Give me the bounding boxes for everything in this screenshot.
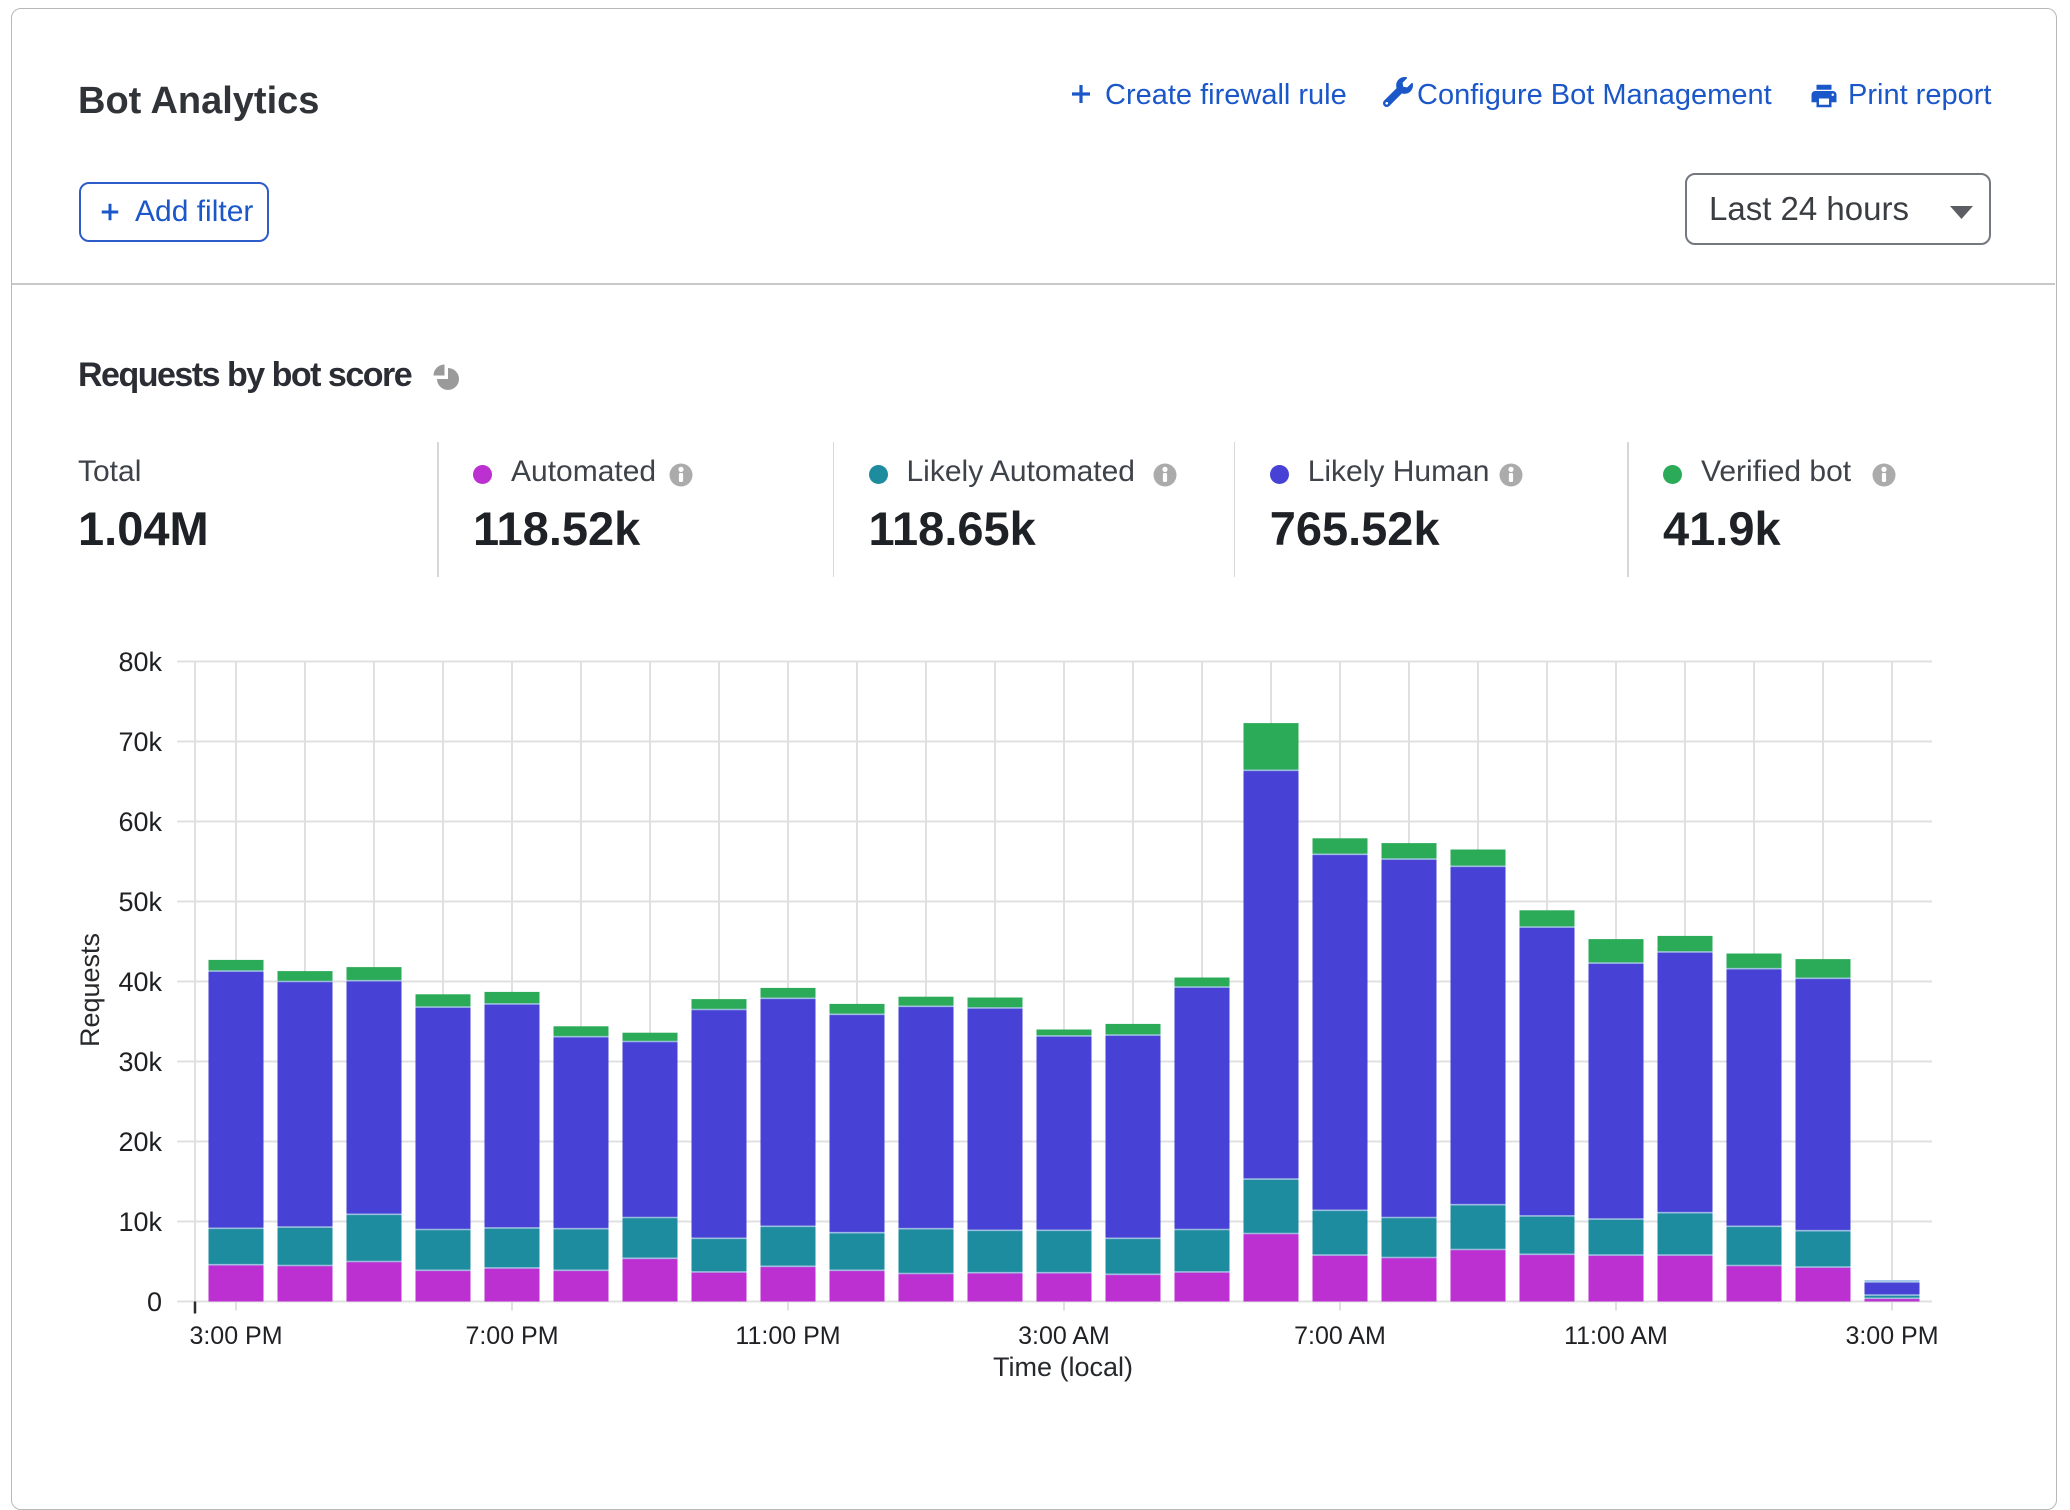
svg-text:3:00 PM: 3:00 PM [1845,1322,1938,1350]
svg-text:0: 0 [147,1287,162,1317]
svg-text:50k: 50k [118,887,162,917]
svg-text:20k: 20k [118,1127,162,1157]
svg-text:Time (local): Time (local) [993,1352,1133,1382]
svg-text:40k: 40k [118,967,162,997]
svg-text:Requests: Requests [75,933,105,1047]
svg-text:11:00 AM: 11:00 AM [1564,1322,1668,1350]
svg-text:7:00 AM: 7:00 AM [1294,1322,1386,1350]
svg-text:30k: 30k [118,1047,162,1077]
svg-text:60k: 60k [118,807,162,837]
svg-text:10k: 10k [118,1207,162,1237]
svg-text:7:00 PM: 7:00 PM [465,1322,558,1350]
svg-text:11:00 PM: 11:00 PM [735,1322,840,1350]
svg-text:70k: 70k [118,727,162,757]
svg-text:80k: 80k [118,647,162,677]
svg-text:3:00 AM: 3:00 AM [1018,1322,1110,1350]
svg-text:3:00 PM: 3:00 PM [189,1322,282,1350]
